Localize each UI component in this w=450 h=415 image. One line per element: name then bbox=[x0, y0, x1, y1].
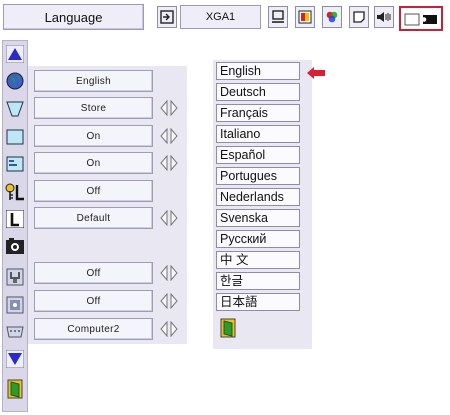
language-option-svenska[interactable]: Svenska bbox=[216, 209, 300, 227]
scroll-up-icon[interactable] bbox=[4, 43, 26, 65]
color-adjust-icon[interactable] bbox=[295, 6, 315, 28]
selected-language-pointer-icon bbox=[307, 66, 325, 79]
logo-icon[interactable] bbox=[4, 208, 26, 230]
display-icon[interactable] bbox=[4, 153, 26, 175]
remote-control-icon[interactable] bbox=[4, 294, 26, 316]
power-management-arrows-icon[interactable] bbox=[159, 264, 179, 282]
input-source-value: XGA1 bbox=[180, 5, 261, 29]
terminal-value[interactable]: Computer2 bbox=[34, 318, 153, 340]
blue-back-value[interactable]: On bbox=[34, 125, 153, 147]
language-option-nederlands[interactable]: Nederlands bbox=[216, 188, 300, 206]
keystone-value[interactable]: Store bbox=[34, 97, 153, 119]
language-option-deutsch[interactable]: Deutsch bbox=[216, 83, 300, 101]
remote-control-arrows-icon[interactable] bbox=[159, 292, 179, 310]
terminal-arrows-icon[interactable] bbox=[159, 320, 179, 338]
language-option-portugues[interactable]: Portugues bbox=[216, 167, 300, 185]
logo-value[interactable]: Default bbox=[34, 207, 153, 229]
power-management-value[interactable]: Off bbox=[34, 262, 153, 284]
volume-icon[interactable] bbox=[374, 6, 394, 28]
logo-lock-icon[interactable] bbox=[4, 181, 26, 203]
language-exit-icon[interactable] bbox=[220, 318, 238, 340]
menu-bar: Language XGA1 bbox=[0, 0, 450, 34]
remote-control-value[interactable]: Off bbox=[34, 290, 153, 312]
keystone-arrows-icon[interactable] bbox=[159, 99, 179, 117]
terminal-icon[interactable] bbox=[4, 321, 26, 343]
logo-arrows-icon[interactable] bbox=[159, 209, 179, 227]
language-option-espanol[interactable]: Español bbox=[216, 146, 300, 164]
projector-setting-icon[interactable] bbox=[399, 6, 443, 31]
menu-title: Language bbox=[3, 4, 144, 30]
language-option-francais[interactable]: Français bbox=[216, 104, 300, 122]
language-option-korean[interactable]: 한글 bbox=[216, 272, 300, 290]
monitor-icon[interactable] bbox=[268, 6, 288, 28]
logo-lock-value[interactable]: Off bbox=[34, 180, 153, 202]
scroll-down-icon[interactable] bbox=[4, 348, 26, 370]
language-option-russian[interactable]: Русский bbox=[216, 230, 300, 248]
language-option-chinese[interactable]: 中 文 bbox=[216, 251, 300, 269]
display-arrows-icon[interactable] bbox=[159, 154, 179, 172]
language-value[interactable]: English bbox=[34, 70, 153, 92]
input-icon[interactable] bbox=[157, 6, 177, 28]
color-palette-icon[interactable] bbox=[322, 6, 342, 28]
capture-icon[interactable] bbox=[4, 236, 26, 258]
language-option-japanese[interactable]: 日本語 bbox=[216, 293, 300, 311]
keystone-icon[interactable] bbox=[4, 98, 26, 120]
language-option-italiano[interactable]: Italiano bbox=[216, 125, 300, 143]
screen-icon[interactable] bbox=[349, 6, 369, 28]
display-value[interactable]: On bbox=[34, 152, 153, 174]
globe-icon[interactable] bbox=[4, 70, 26, 92]
blue-back-icon[interactable] bbox=[4, 126, 26, 148]
exit-icon[interactable] bbox=[4, 378, 26, 400]
blue-back-arrows-icon[interactable] bbox=[159, 127, 179, 145]
language-option-english[interactable]: English bbox=[216, 62, 300, 80]
power-management-icon[interactable] bbox=[4, 266, 26, 288]
